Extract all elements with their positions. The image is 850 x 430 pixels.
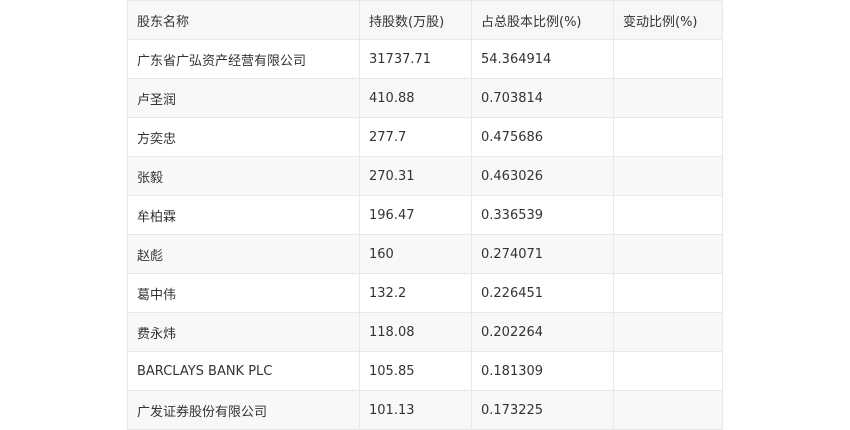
cell-shares-held: 132.2 — [359, 273, 472, 313]
cell-change-ratio — [613, 390, 723, 430]
cell-shares-held: 31737.71 — [359, 39, 472, 79]
table-row: 葛中伟 132.2 0.226451 — [127, 273, 723, 313]
cell-change-ratio — [613, 312, 723, 352]
cell-share-ratio: 0.336539 — [471, 195, 614, 235]
table-row: 牟柏霖 196.47 0.336539 — [127, 195, 723, 235]
cell-share-ratio: 0.202264 — [471, 312, 614, 352]
cell-shareholder-name: 方奕忠 — [127, 117, 360, 157]
cell-share-ratio: 0.703814 — [471, 78, 614, 118]
cell-shareholder-name: 广东省广弘资产经营有限公司 — [127, 39, 360, 79]
cell-share-ratio: 54.364914 — [471, 39, 614, 79]
table-row: 广东省广弘资产经营有限公司 31737.71 54.364914 — [127, 39, 723, 79]
cell-shares-held: 101.13 — [359, 390, 472, 430]
header-shareholder-name: 股东名称 — [127, 0, 360, 40]
cell-share-ratio: 0.173225 — [471, 390, 614, 430]
cell-share-ratio: 0.181309 — [471, 351, 614, 391]
cell-shareholder-name: 赵彪 — [127, 234, 360, 274]
cell-shares-held: 105.85 — [359, 351, 472, 391]
table-row: 方奕忠 277.7 0.475686 — [127, 117, 723, 157]
cell-change-ratio — [613, 78, 723, 118]
cell-change-ratio — [613, 351, 723, 391]
header-change-ratio: 变动比例(%) — [613, 0, 723, 40]
cell-shareholder-name: 广发证券股份有限公司 — [127, 390, 360, 430]
table-header-row: 股东名称 持股数(万股) 占总股本比例(%) 变动比例(%) — [127, 0, 723, 40]
cell-shareholder-name: 张毅 — [127, 156, 360, 196]
cell-shareholder-name: 费永炜 — [127, 312, 360, 352]
table-row: 广发证券股份有限公司 101.13 0.173225 — [127, 390, 723, 430]
cell-shares-held: 160 — [359, 234, 472, 274]
cell-share-ratio: 0.463026 — [471, 156, 614, 196]
cell-share-ratio: 0.475686 — [471, 117, 614, 157]
header-share-ratio: 占总股本比例(%) — [471, 0, 614, 40]
cell-change-ratio — [613, 234, 723, 274]
cell-share-ratio: 0.226451 — [471, 273, 614, 313]
header-shares-held: 持股数(万股) — [359, 0, 472, 40]
shareholder-table: 股东名称 持股数(万股) 占总股本比例(%) 变动比例(%) 广东省广弘资产经营… — [127, 0, 723, 430]
cell-shares-held: 118.08 — [359, 312, 472, 352]
table-row: 张毅 270.31 0.463026 — [127, 156, 723, 196]
cell-shareholder-name: BARCLAYS BANK PLC — [127, 351, 360, 391]
cell-shareholder-name: 卢圣润 — [127, 78, 360, 118]
cell-change-ratio — [613, 156, 723, 196]
table-row: BARCLAYS BANK PLC 105.85 0.181309 — [127, 351, 723, 391]
cell-change-ratio — [613, 195, 723, 235]
cell-change-ratio — [613, 117, 723, 157]
cell-share-ratio: 0.274071 — [471, 234, 614, 274]
table-row: 费永炜 118.08 0.202264 — [127, 312, 723, 352]
cell-shareholder-name: 葛中伟 — [127, 273, 360, 313]
cell-shares-held: 277.7 — [359, 117, 472, 157]
shareholder-table-container: 股东名称 持股数(万股) 占总股本比例(%) 变动比例(%) 广东省广弘资产经营… — [127, 0, 723, 430]
cell-shares-held: 270.31 — [359, 156, 472, 196]
table-row: 卢圣润 410.88 0.703814 — [127, 78, 723, 118]
cell-shares-held: 410.88 — [359, 78, 472, 118]
cell-change-ratio — [613, 39, 723, 79]
cell-shareholder-name: 牟柏霖 — [127, 195, 360, 235]
cell-shares-held: 196.47 — [359, 195, 472, 235]
table-row: 赵彪 160 0.274071 — [127, 234, 723, 274]
cell-change-ratio — [613, 273, 723, 313]
